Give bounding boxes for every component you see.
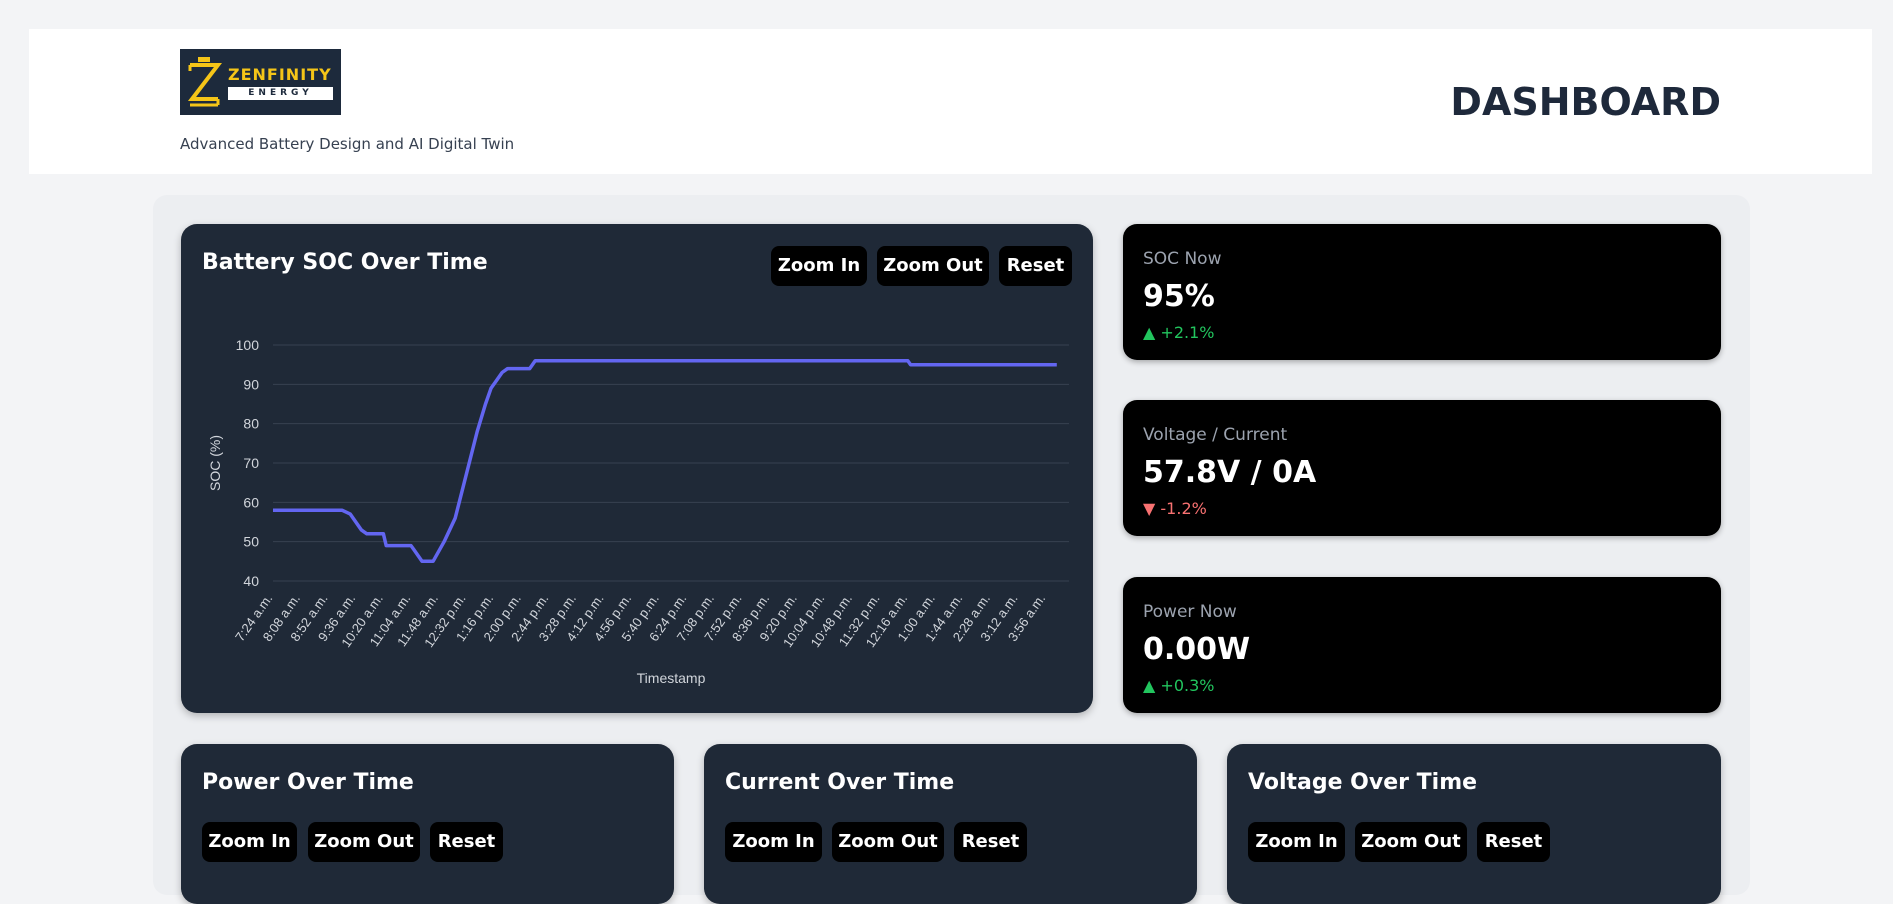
current-chart-title: Current Over Time xyxy=(725,770,955,795)
y-tick-label: 60 xyxy=(243,494,259,510)
soc-chart[interactable]: 4050607080901007:24 a.m.8:08 a.m.8:52 a.… xyxy=(181,224,1093,713)
power-zoom-in-button[interactable]: Zoom In xyxy=(202,822,297,862)
company-logo[interactable]: ZENFINITY ENERGY xyxy=(180,49,341,115)
power-chart-title: Power Over Time xyxy=(202,770,414,795)
page-title: DASHBOARD xyxy=(1450,80,1721,124)
voltage-chart-title: Voltage Over Time xyxy=(1248,770,1478,795)
stat-card-power: Power Now 0.00W ▲ +0.3% xyxy=(1123,577,1721,713)
stat-label: SOC Now xyxy=(1143,249,1222,269)
stat-card-soc: SOC Now 95% ▲ +2.1% xyxy=(1123,224,1721,360)
power-reset-button[interactable]: Reset xyxy=(430,822,503,862)
current-zoom-out-button[interactable]: Zoom Out xyxy=(832,822,944,862)
voltage-reset-button[interactable]: Reset xyxy=(1477,822,1550,862)
stat-value: 0.00W xyxy=(1143,632,1251,667)
voltage-zoom-out-button[interactable]: Zoom Out xyxy=(1355,822,1467,862)
stat-change: ▼ -1.2% xyxy=(1143,499,1207,518)
stat-change-value: -1.2% xyxy=(1160,499,1207,518)
current-reset-button[interactable]: Reset xyxy=(954,822,1027,862)
soc-chart-card: Battery SOC Over Time Zoom In Zoom Out R… xyxy=(181,224,1093,713)
zenfinity-logo-icon xyxy=(187,57,222,107)
current-zoom-in-button[interactable]: Zoom In xyxy=(725,822,822,862)
y-tick-label: 70 xyxy=(243,455,259,471)
stat-value: 95% xyxy=(1143,279,1215,314)
y-tick-label: 100 xyxy=(236,337,260,353)
y-tick-label: 90 xyxy=(243,376,259,392)
logo-wordmark: ZENFINITY xyxy=(228,65,332,84)
stat-card-voltage-current: Voltage / Current 57.8V / 0A ▼ -1.2% xyxy=(1123,400,1721,536)
y-tick-label: 40 xyxy=(243,573,259,589)
stat-label: Voltage / Current xyxy=(1143,425,1288,445)
voltage-chart-card: Voltage Over Time Zoom In Zoom Out Reset xyxy=(1227,744,1721,904)
stat-label: Power Now xyxy=(1143,602,1237,622)
logo-subtitle: ENERGY xyxy=(228,87,333,100)
power-chart-card: Power Over Time Zoom In Zoom Out Reset xyxy=(181,744,674,904)
soc-series-line xyxy=(273,358,1057,564)
arrow-up-icon: ▲ xyxy=(1143,676,1156,695)
stat-change-value: +2.1% xyxy=(1160,323,1215,342)
stat-change: ▲ +0.3% xyxy=(1143,676,1214,695)
y-tick-label: 50 xyxy=(243,534,259,550)
current-chart-card: Current Over Time Zoom In Zoom Out Reset xyxy=(704,744,1197,904)
tagline: Advanced Battery Design and AI Digital T… xyxy=(180,135,515,153)
arrow-up-icon: ▲ xyxy=(1143,323,1156,342)
y-axis-label: SOC (%) xyxy=(207,435,223,491)
stat-change: ▲ +2.1% xyxy=(1143,323,1214,342)
arrow-down-icon: ▼ xyxy=(1143,499,1156,518)
y-tick-label: 80 xyxy=(243,416,259,432)
x-axis-label: Timestamp xyxy=(637,670,706,686)
stat-change-value: +0.3% xyxy=(1160,676,1215,695)
voltage-zoom-in-button[interactable]: Zoom In xyxy=(1248,822,1345,862)
stat-value: 57.8V / 0A xyxy=(1143,455,1317,490)
power-zoom-out-button[interactable]: Zoom Out xyxy=(308,822,420,862)
